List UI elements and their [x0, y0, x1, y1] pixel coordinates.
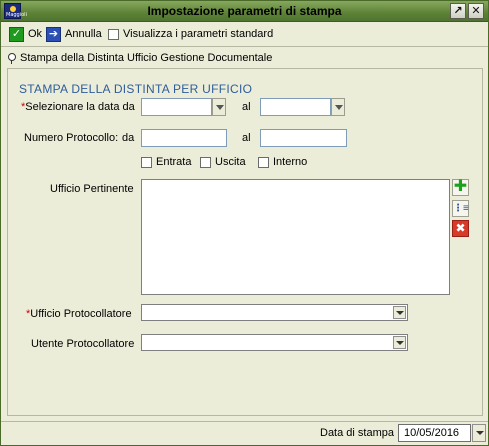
remove-ufficio-button[interactable]: ✖	[452, 220, 469, 237]
arrow-up-right-icon: ↗	[453, 5, 463, 17]
check-icon: ✓	[9, 26, 24, 42]
date-to-picker-button[interactable]	[331, 98, 345, 116]
entrata-check[interactable]	[141, 156, 152, 168]
protocol-from-input[interactable]	[141, 129, 227, 147]
print-date-label: Data di stampa	[320, 427, 394, 439]
add-ufficio-button[interactable]: ✚	[452, 179, 469, 196]
entrata-label: Entrata	[156, 156, 192, 168]
chevron-down-icon[interactable]	[393, 306, 406, 319]
protocol-to-input[interactable]	[260, 129, 347, 147]
date-to-input[interactable]	[260, 98, 331, 116]
ufficio-pertinente-label: Ufficio Pertinente	[50, 183, 134, 195]
entrata-checkbox[interactable]: Entrata	[141, 156, 191, 168]
tree-list-icon: ⋮≡	[453, 203, 469, 214]
toolbar-divider	[1, 46, 488, 47]
toolbar: ✓ Ok ➔ Annulla Visualizza i parametri st…	[1, 22, 488, 46]
chevron-down-icon[interactable]	[393, 336, 406, 349]
restore-window-button[interactable]: ↗	[450, 3, 466, 19]
title-bar[interactable]: Maggioli Impostazione parametri di stamp…	[1, 1, 488, 22]
utente-protocollatore-label: Utente Protocollatore	[31, 338, 135, 350]
date-to-al-label: al	[242, 101, 251, 113]
breadcrumb-text: Stampa della Distinta Ufficio Gestione D…	[20, 52, 273, 64]
print-date-input[interactable]: 10/05/2016	[398, 424, 471, 442]
ufficio-protocollatore-label: *Ufficio Protocollatore	[26, 308, 132, 320]
annulla-button[interactable]: ➔ Annulla	[46, 26, 102, 42]
tree-select-button[interactable]: ⋮≡	[452, 200, 469, 217]
date-range-label: *Selezionare la data da	[21, 101, 135, 113]
plus-icon: ✚	[453, 178, 468, 195]
annulla-label: Annulla	[65, 28, 102, 40]
std-params-check[interactable]	[108, 28, 119, 40]
close-window-button[interactable]: ✕	[468, 3, 484, 19]
breadcrumb: Stampa della Distinta Ufficio Gestione D…	[7, 52, 272, 64]
ufficio-protocollatore-select[interactable]	[141, 304, 408, 321]
interno-checkbox[interactable]: Interno	[258, 156, 307, 168]
interno-check[interactable]	[258, 156, 269, 168]
protocol-number-label: Numero Protocollo:	[24, 132, 119, 144]
uscita-checkbox[interactable]: Uscita	[200, 156, 246, 168]
ufficio-pertinente-list[interactable]	[141, 179, 450, 295]
uscita-label: Uscita	[215, 156, 246, 168]
delete-icon: ✖	[455, 221, 466, 235]
std-params-label: Visualizza i parametri standard	[123, 28, 274, 40]
ok-button[interactable]: ✓ Ok	[9, 26, 42, 42]
date-from-label-text: Selezionare la data da	[25, 101, 135, 113]
date-from-picker-button[interactable]	[212, 98, 226, 116]
pin-icon	[7, 52, 16, 64]
window-title: Impostazione parametri di stampa	[147, 4, 342, 18]
std-params-checkbox[interactable]: Visualizza i parametri standard	[108, 26, 273, 42]
protocol-da-label: da	[122, 132, 135, 144]
protocol-al-label: al	[242, 132, 251, 144]
interno-label: Interno	[273, 156, 308, 168]
date-from-input[interactable]	[141, 98, 212, 116]
uscita-check[interactable]	[200, 156, 211, 168]
print-date-dropdown-button[interactable]	[472, 424, 486, 442]
ok-label: Ok	[28, 28, 43, 40]
utente-protocollatore-select[interactable]	[141, 334, 408, 351]
print-settings-window: Maggioli Impostazione parametri di stamp…	[0, 0, 489, 446]
arrow-right-icon: ➔	[46, 26, 61, 42]
ufficio-protocollatore-text: Ufficio Protocollatore	[30, 308, 132, 320]
form-heading: STAMPA DELLA DISTINTA PER UFFICIO	[19, 82, 253, 96]
close-icon: ✕	[471, 5, 481, 17]
